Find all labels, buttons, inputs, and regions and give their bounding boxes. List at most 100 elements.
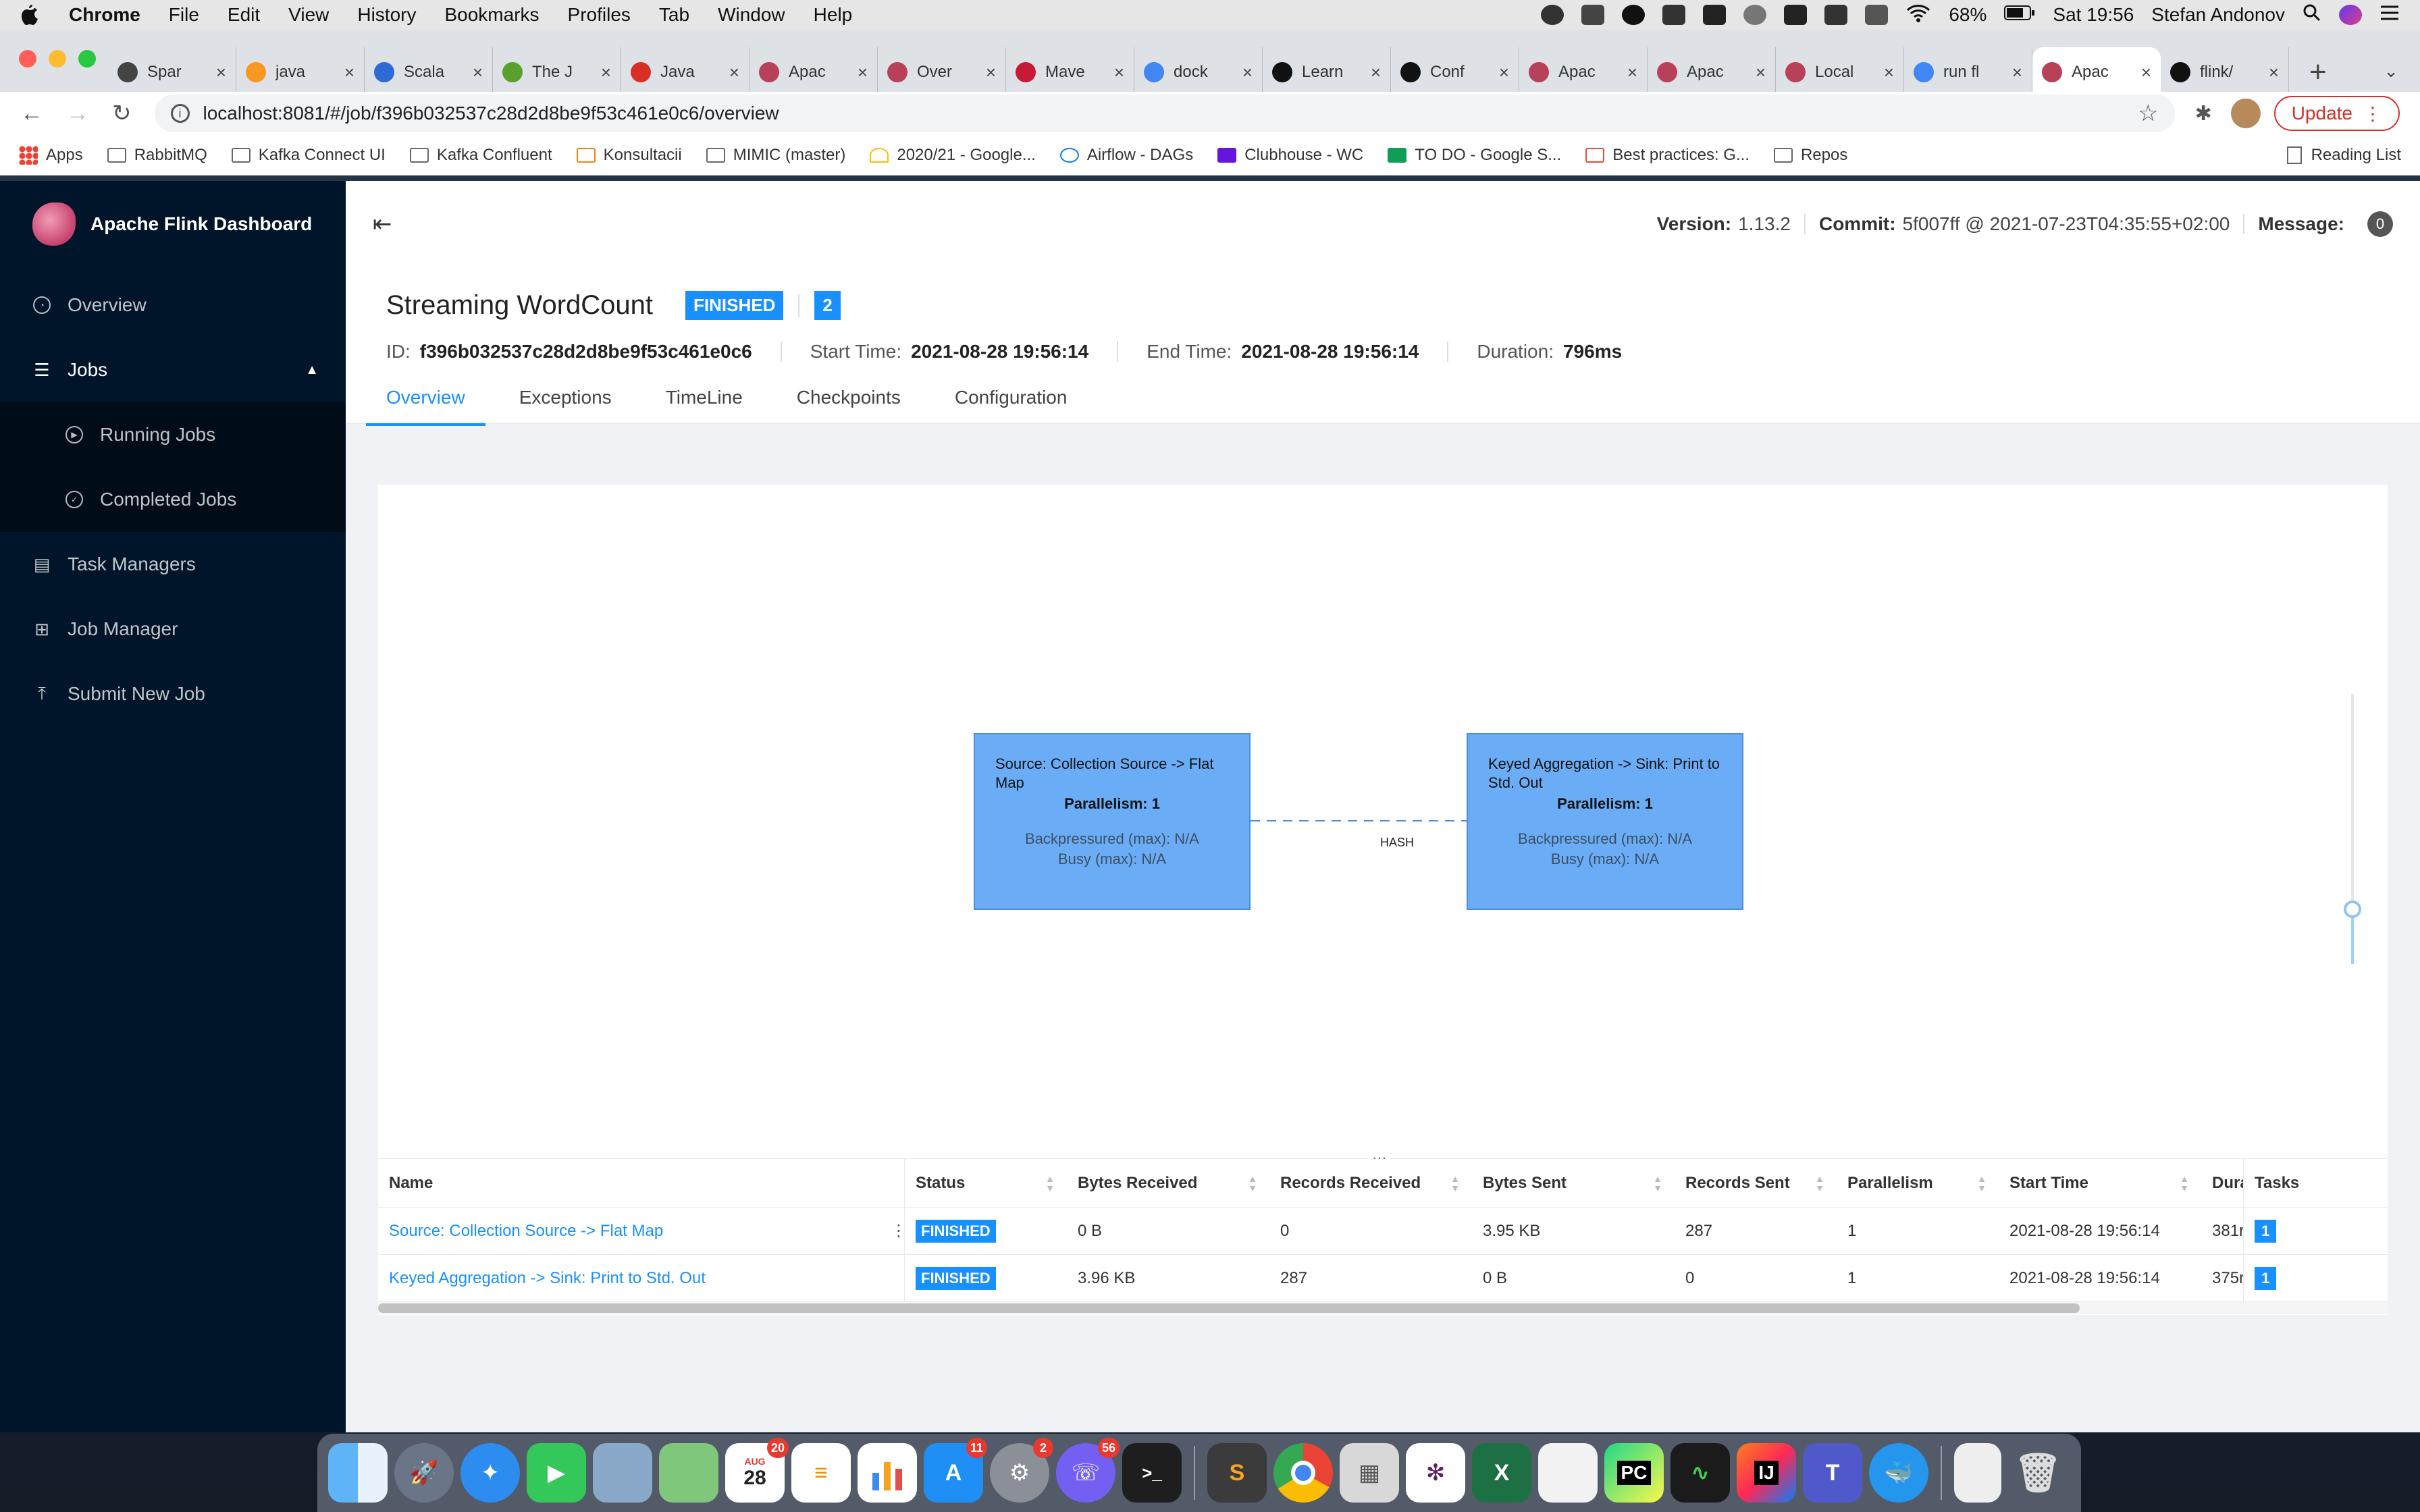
- scrollbar-thumb[interactable]: [378, 1303, 2080, 1313]
- menu-help[interactable]: Help: [814, 4, 853, 26]
- bookmark-star-icon[interactable]: ☆: [2138, 100, 2158, 127]
- browser-tab[interactable]: Apac ×: [1519, 47, 1648, 97]
- menu-bar-clock[interactable]: Sat 19:56: [2053, 4, 2134, 26]
- battery-icon[interactable]: [2004, 4, 2035, 26]
- vertex-name-link[interactable]: Source: Collection Source -> Flat Map: [389, 1222, 663, 1241]
- browser-tab[interactable]: Apac ×: [749, 47, 878, 97]
- menu-file[interactable]: File: [169, 4, 199, 26]
- close-tab-icon[interactable]: ×: [1756, 62, 1766, 83]
- tab-search-icon[interactable]: ⌄: [2384, 61, 2398, 82]
- sidebar-logo[interactable]: Apache Flink Dashboard: [0, 181, 346, 267]
- calculator-icon[interactable]: ▦: [1340, 1443, 1399, 1503]
- col-header-bytes-received[interactable]: Bytes Received ▲ ▼: [1067, 1159, 1269, 1207]
- close-tab-icon[interactable]: ×: [1627, 62, 1637, 83]
- vertex-name-link[interactable]: Keyed Aggregation -> Sink: Print to Std.…: [389, 1269, 706, 1288]
- profile-avatar[interactable]: [2230, 99, 2261, 128]
- tab-overview[interactable]: Overview: [366, 387, 485, 426]
- bookmark-airflow[interactable]: Airflow - DAGs: [1059, 146, 1193, 165]
- sidebar-item-jobs[interactable]: ☰ Jobs ▲: [0, 338, 346, 402]
- close-tab-icon[interactable]: ×: [1499, 62, 1509, 83]
- bookmark-repos[interactable]: Repos: [1773, 146, 1847, 165]
- col-header-records-sent[interactable]: Records Sent ▲ ▼: [1675, 1159, 1837, 1207]
- tray-app-icon[interactable]: [1541, 5, 1564, 25]
- docker-icon[interactable]: 🐳: [1869, 1443, 1928, 1503]
- zoom-handle[interactable]: [2344, 900, 2361, 918]
- wifi-icon[interactable]: [1905, 3, 1931, 28]
- bookmark-google-drive[interactable]: 2020/21 - Google...: [870, 146, 1036, 165]
- new-tab-button[interactable]: +: [2309, 47, 2327, 97]
- close-tab-icon[interactable]: ×: [1114, 62, 1124, 83]
- col-header-tasks[interactable]: Tasks: [2243, 1159, 2378, 1207]
- browser-tab[interactable]: run fl ×: [1904, 47, 2032, 97]
- close-tab-icon[interactable]: ×: [216, 62, 226, 83]
- intellij-icon[interactable]: IJ: [1737, 1443, 1796, 1503]
- browser-tab[interactable]: Apac ×: [1648, 47, 1776, 97]
- document-icon[interactable]: [1538, 1443, 1598, 1503]
- bookmark-konsultacii[interactable]: Konsultacii: [576, 146, 682, 165]
- sidebar-item-task-managers[interactable]: ▤ Task Managers: [0, 532, 346, 597]
- close-tab-icon[interactable]: ×: [473, 62, 483, 83]
- back-arrow-icon[interactable]: ←: [20, 101, 43, 127]
- pycharm-icon[interactable]: PC: [1604, 1443, 1664, 1503]
- menu-bookmarks[interactable]: Bookmarks: [444, 4, 539, 26]
- menu-view[interactable]: View: [288, 4, 329, 26]
- tab-active[interactable]: Apac ×: [2032, 47, 2161, 97]
- close-window-button[interactable]: [19, 50, 36, 68]
- sidebar-item-submit-new-job[interactable]: ⤒ Submit New Job: [0, 662, 346, 726]
- activity-monitor-icon[interactable]: ∿: [1671, 1443, 1730, 1503]
- close-tab-icon[interactable]: ×: [1371, 62, 1381, 83]
- browser-tab[interactable]: dock ×: [1134, 47, 1263, 97]
- col-header-parallelism[interactable]: Parallelism ▲ ▼: [1837, 1159, 1999, 1207]
- sidebar-item-overview[interactable]: ◔ Overview: [0, 273, 346, 338]
- tray-app-icon[interactable]: [1581, 5, 1605, 25]
- bookmark-best-practices[interactable]: Best practices: G...: [1585, 146, 1750, 165]
- menu-tab[interactable]: Tab: [659, 4, 689, 26]
- bookmark-kafka-confluent[interactable]: Kafka Confluent: [409, 146, 552, 165]
- tab-configuration[interactable]: Configuration: [955, 387, 1068, 426]
- column-resize-icon[interactable]: ⋮: [891, 1221, 904, 1241]
- col-header-bytes-sent[interactable]: Bytes Sent ▲ ▼: [1472, 1159, 1675, 1207]
- tab-checkpoints[interactable]: Checkpoints: [797, 387, 901, 426]
- sublime-text-icon[interactable]: S: [1207, 1443, 1267, 1503]
- menu-window[interactable]: Window: [718, 4, 785, 26]
- table-row[interactable]: Keyed Aggregation -> Sink: Print to Std.…: [378, 1255, 2388, 1302]
- address-bar-url[interactable]: localhost:8081/#/job/f396b032537c28d2d8b…: [203, 103, 2138, 124]
- address-bar[interactable]: i localhost:8081/#/job/f396b032537c28d2d…: [154, 94, 2175, 132]
- col-header-status[interactable]: Status ▲ ▼: [905, 1159, 1067, 1207]
- sort-icon[interactable]: ▲ ▼: [1248, 1174, 1257, 1193]
- finder-icon[interactable]: [328, 1443, 388, 1503]
- close-tab-icon[interactable]: ×: [729, 62, 739, 83]
- menu-bar-user[interactable]: Stefan Andonov: [2151, 4, 2285, 26]
- browser-tab[interactable]: java ×: [236, 47, 365, 97]
- graph-node-source[interactable]: Source: Collection Source -> Flat Map Pa…: [974, 733, 1251, 910]
- browser-tab[interactable]: Spar ×: [108, 47, 236, 97]
- browser-tab[interactable]: Mave ×: [1006, 47, 1134, 97]
- close-tab-icon[interactable]: ×: [858, 62, 868, 83]
- menu-profiles[interactable]: Profiles: [568, 4, 631, 26]
- facetime-icon[interactable]: ▶: [527, 1443, 586, 1503]
- horizontal-scrollbar[interactable]: [378, 1302, 2388, 1314]
- siri-icon[interactable]: [2339, 5, 2362, 25]
- close-tab-icon[interactable]: ×: [986, 62, 996, 83]
- menu-edit[interactable]: Edit: [228, 4, 260, 26]
- job-graph[interactable]: Source: Collection Source -> Flat Map Pa…: [378, 485, 2388, 1160]
- col-header-records-received[interactable]: Records Received ▲ ▼: [1269, 1159, 1472, 1207]
- zoom-window-button[interactable]: [78, 50, 96, 68]
- bookmark-mimic[interactable]: MIMIC (master): [706, 146, 845, 165]
- app-store-icon[interactable]: A 11: [924, 1438, 987, 1503]
- close-tab-icon[interactable]: ×: [2269, 62, 2279, 83]
- minimize-window-button[interactable]: [49, 50, 66, 68]
- reload-icon[interactable]: ↻: [112, 100, 132, 127]
- browser-tab[interactable]: Local ×: [1776, 47, 1904, 97]
- sort-icon[interactable]: ▲ ▼: [1450, 1174, 1460, 1193]
- tray-app-icon[interactable]: [1865, 5, 1889, 25]
- bookmark-apps[interactable]: Apps: [19, 145, 83, 165]
- tab-exceptions[interactable]: Exceptions: [519, 387, 612, 426]
- menu-app-chrome[interactable]: Chrome: [69, 4, 140, 26]
- tray-app-icon[interactable]: [1824, 5, 1848, 25]
- apple-menu-icon[interactable]: [20, 3, 42, 27]
- task-status-badge[interactable]: 1: [2255, 1266, 2277, 1290]
- sort-icon[interactable]: ▲ ▼: [1653, 1174, 1662, 1193]
- safari-icon[interactable]: ✦: [461, 1443, 520, 1503]
- table-row[interactable]: Source: Collection Source -> Flat Map ⋮ …: [378, 1208, 2388, 1255]
